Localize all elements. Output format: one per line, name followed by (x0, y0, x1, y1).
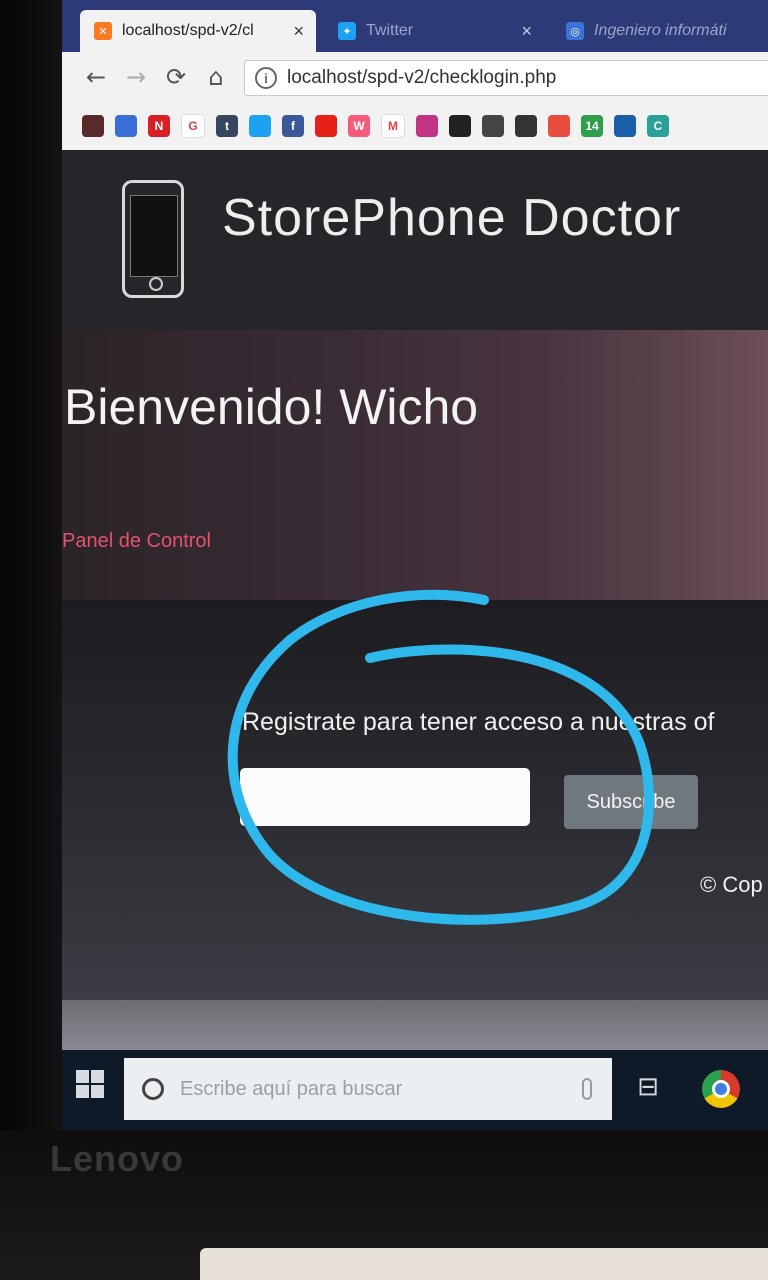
address-bar[interactable]: i localhost/spd-v2/checklogin.php (244, 60, 768, 96)
monitor-bezel (0, 0, 62, 1280)
tumblr-icon[interactable]: t (216, 115, 238, 137)
badge-icon[interactable]: 14 (581, 115, 603, 137)
site-header: StorePhone Doctor (62, 150, 768, 330)
lenovo-logo: Lenovo (50, 1138, 184, 1180)
copyright-text: © Cop (700, 872, 763, 897)
site-brand[interactable]: StorePhone Doctor (222, 188, 681, 248)
close-icon[interactable]: × (521, 21, 532, 42)
tab-twitter[interactable]: ✦ Twitter × (324, 10, 544, 52)
tab-title: Twitter (366, 22, 414, 39)
netflix-icon[interactable]: N (148, 115, 170, 137)
facebook-icon[interactable]: f (282, 115, 304, 137)
back-icon[interactable]: ← (76, 63, 116, 91)
close-icon[interactable]: × (293, 21, 304, 42)
welcome-banner: Bienvenido! Wicho Panel de Control (62, 330, 768, 600)
instagram-icon[interactable] (416, 115, 438, 137)
tab-title: localhost/spd-v2/cl (122, 22, 254, 39)
info-icon[interactable]: i (255, 67, 277, 89)
windows-taskbar: Escribe aquí para buscar ⊟ (62, 1050, 768, 1130)
windows-start-icon[interactable] (76, 1070, 104, 1098)
email-input[interactable] (240, 768, 530, 826)
xampp-icon: ✕ (94, 22, 112, 40)
server-icon[interactable] (482, 115, 504, 137)
microphone-icon[interactable] (582, 1078, 592, 1100)
windows-icon[interactable] (548, 115, 570, 137)
tab-ingeniero[interactable]: ◎ Ingeniero informáti (552, 10, 768, 52)
panel-de-control-link[interactable]: Panel de Control (62, 530, 211, 553)
phone-logo-icon (122, 180, 184, 298)
twitter-icon: ✦ (338, 22, 356, 40)
taskbar-search-box[interactable]: Escribe aquí para buscar (124, 1058, 612, 1120)
google-icon[interactable]: G (181, 114, 205, 138)
portrait-icon[interactable] (515, 115, 537, 137)
screen: ✕ localhost/spd-v2/cl × ✦ Twitter × ◎ In… (62, 0, 768, 1130)
search-placeholder: Escribe aquí para buscar (180, 1077, 403, 1100)
github-icon[interactable] (449, 115, 471, 137)
register-text: Registrate para tener acceso a nuestras … (242, 708, 715, 736)
home-icon[interactable]: ⌂ (196, 63, 236, 91)
youtube-icon[interactable] (315, 115, 337, 137)
welcome-heading: Bienvenido! Wicho (64, 379, 479, 435)
url-text: localhost/spd-v2/checklogin.php (287, 67, 557, 88)
reload-icon[interactable]: ⟳ (156, 63, 196, 91)
page-bottom-band (62, 1000, 768, 1050)
star-icon[interactable] (614, 115, 636, 137)
bookmarks-bar: N Gt f W M 14 C (62, 102, 768, 150)
forward-icon[interactable]: → (116, 63, 156, 91)
site-footer: Registrate para tener acceso a nuestras … (62, 600, 768, 1000)
browser-toolbar: ← → ⟳ ⌂ i localhost/spd-v2/checklogin.ph… (62, 52, 768, 102)
image-icon[interactable] (82, 115, 104, 137)
grid-icon[interactable] (115, 115, 137, 137)
brand-text: Lenovo (50, 1138, 185, 1179)
c-icon[interactable]: C (647, 115, 669, 137)
subscribe-button[interactable]: Subscribe (564, 775, 698, 829)
cortana-icon[interactable] (142, 1078, 164, 1100)
task-view-icon[interactable]: ⊟ (632, 1072, 664, 1104)
link-icon: ◎ (566, 22, 584, 40)
twitter-icon[interactable] (249, 115, 271, 137)
desk-surface (200, 1248, 768, 1280)
wattpad-icon[interactable]: W (348, 115, 370, 137)
tab-strip: ✕ localhost/spd-v2/cl × ✦ Twitter × ◎ In… (62, 0, 768, 52)
chrome-icon[interactable] (702, 1070, 740, 1108)
tab-checklogin[interactable]: ✕ localhost/spd-v2/cl × (80, 10, 316, 52)
tab-title: Ingeniero informáti (594, 22, 727, 39)
gmail-icon[interactable]: M (381, 114, 405, 138)
